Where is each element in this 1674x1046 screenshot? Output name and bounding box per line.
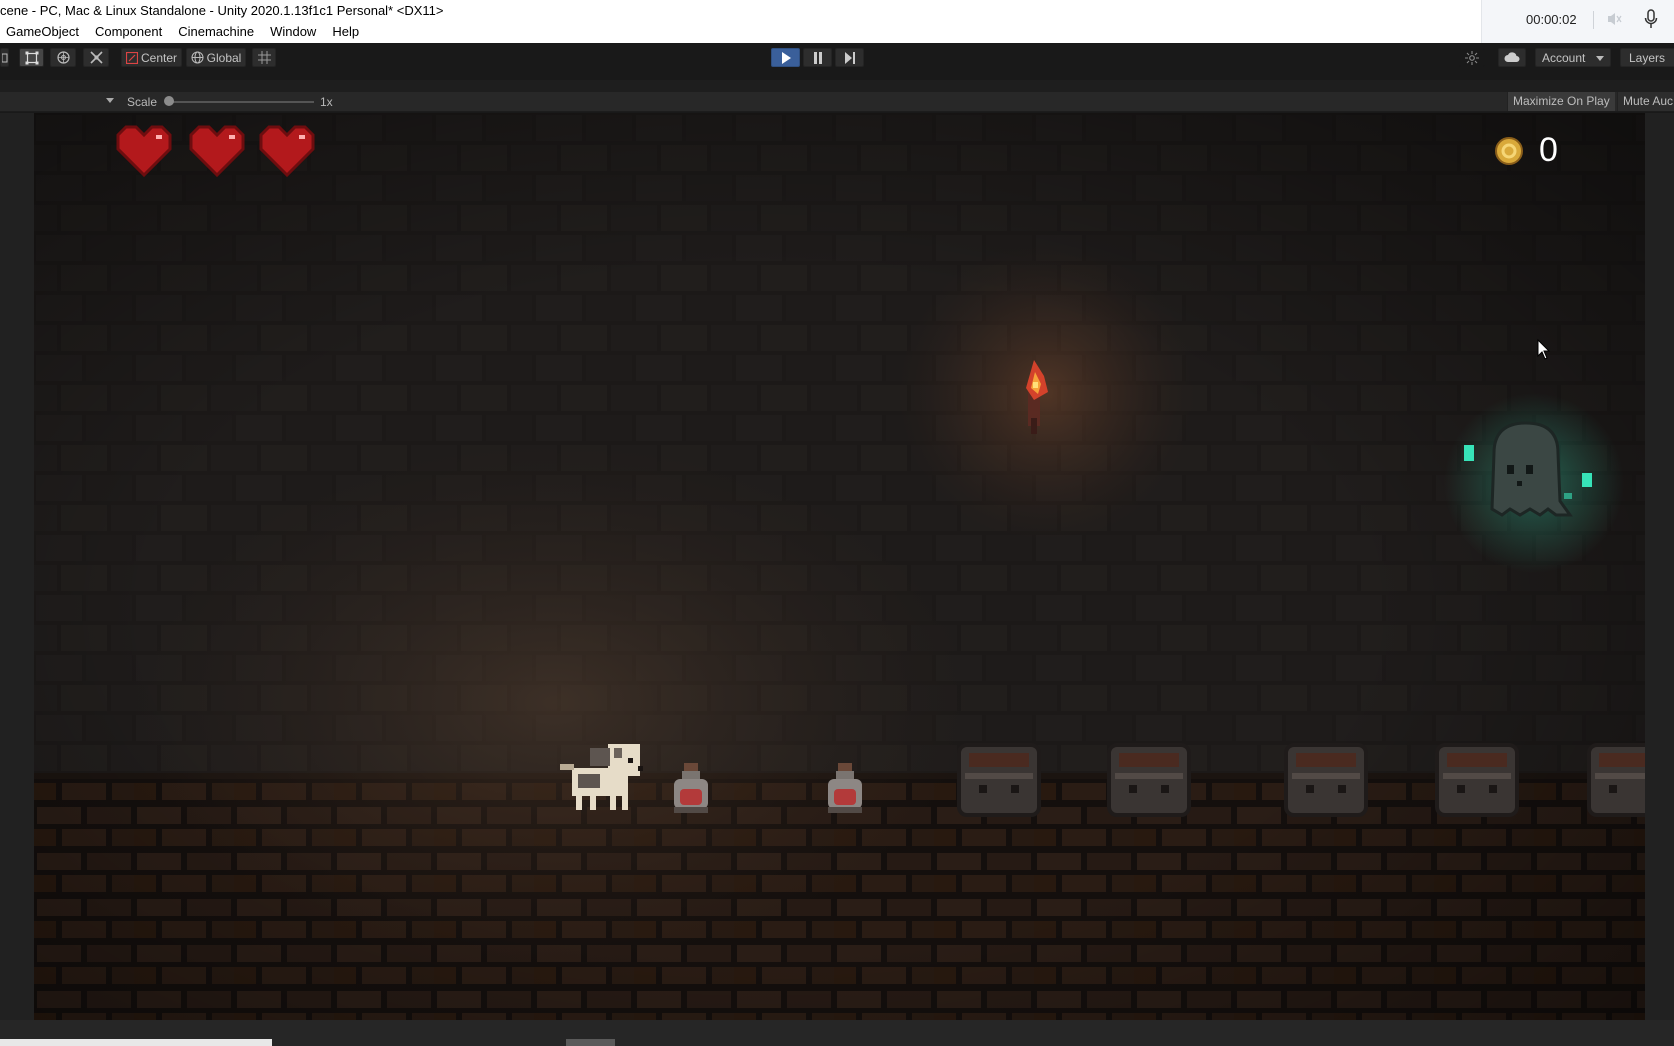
pivot-center-toggle[interactable]: Center: [121, 48, 182, 67]
rect-tool-icon: [25, 51, 38, 64]
cloud-icon: [1504, 52, 1520, 62]
layers-dropdown[interactable]: Layers: [1620, 48, 1674, 67]
grid-snap-button[interactable]: [252, 48, 276, 67]
cloud-button[interactable]: [1498, 48, 1526, 67]
game-view-controls: Scale 1x Maximize On Play Mute Auc: [0, 80, 1674, 112]
treasure-chest[interactable]: [957, 743, 1041, 817]
move-tool-icon: [1, 53, 7, 62]
play-icon: [781, 51, 791, 64]
microphone-icon[interactable]: [1644, 9, 1658, 29]
game-scene: [34, 113, 1645, 1020]
collab-icon: [1465, 50, 1479, 65]
grid-snap-icon: [257, 51, 271, 64]
rect-tool-button[interactable]: [19, 48, 44, 67]
bottom-status-bar: [0, 1020, 1674, 1046]
window-title: cene - PC, Mac & Linux Standalone - Unit…: [0, 3, 444, 18]
layers-label: Layers: [1629, 50, 1666, 65]
scale-slider-track[interactable]: [170, 101, 314, 103]
rotate-tool-icon: [56, 51, 70, 64]
menu-cinemachine[interactable]: Cinemachine: [178, 24, 254, 39]
pause-icon: [813, 51, 822, 64]
play-button[interactable]: [771, 48, 800, 67]
treasure-chest[interactable]: [1435, 743, 1519, 817]
recording-time: 00:00:02: [1526, 12, 1577, 27]
menu-help[interactable]: Help: [332, 24, 359, 39]
ghost-enemy[interactable]: [1444, 393, 1624, 573]
game-viewport[interactable]: 0: [34, 113, 1645, 1020]
account-label: Account: [1542, 50, 1586, 65]
pivot-icon: [125, 51, 138, 64]
coin-icon: [1495, 137, 1523, 165]
treasure-chest[interactable]: [1284, 743, 1368, 817]
pause-button[interactable]: [803, 48, 832, 67]
treasure-chest[interactable]: [1587, 743, 1645, 817]
left-panel-edge: [0, 113, 34, 1020]
scale-value: 1x: [320, 95, 333, 109]
globe-icon: [191, 51, 204, 64]
step-button[interactable]: [835, 48, 864, 67]
menu-gameobject[interactable]: GameObject: [6, 24, 79, 39]
main-toolbar: Center Global Account Layers: [0, 43, 1674, 72]
space-global-toggle[interactable]: Global: [186, 48, 246, 67]
screen-recorder-widget: 00:00:02: [1481, 0, 1674, 43]
unity-editor-window: cene - PC, Mac & Linux Standalone - Unit…: [0, 0, 1674, 1046]
coin-counter: 0: [1539, 131, 1558, 169]
treasure-chest[interactable]: [1107, 743, 1191, 817]
account-dropdown[interactable]: Account: [1535, 48, 1611, 67]
chevron-down-icon: [1596, 56, 1604, 61]
transform-tool-icon: [89, 51, 103, 64]
space-label: Global: [206, 50, 242, 65]
scale-slider-handle[interactable]: [164, 96, 174, 106]
transform-tool-button[interactable]: [83, 48, 109, 67]
step-icon: [844, 51, 855, 64]
progress-bar: [0, 1039, 272, 1046]
mute-speaker-icon[interactable]: [1606, 10, 1622, 28]
move-tool-button[interactable]: [0, 48, 9, 67]
menu-component[interactable]: Component: [95, 24, 162, 39]
divider: [1593, 11, 1594, 29]
mute-audio-toggle[interactable]: Mute Auc: [1617, 92, 1674, 111]
pivot-label: Center: [140, 50, 178, 65]
collab-button[interactable]: [1459, 48, 1485, 67]
menu-window[interactable]: Window: [270, 24, 316, 39]
title-bar: cene - PC, Mac & Linux Standalone - Unit…: [0, 0, 1674, 43]
panel-header-gap: [0, 80, 1674, 92]
horizontal-scrollbar[interactable]: [566, 1039, 615, 1046]
rotate-tool-button[interactable]: [50, 48, 76, 67]
aspect-dropdown-chevron-icon[interactable]: [106, 98, 114, 103]
maximize-on-play-toggle[interactable]: Maximize On Play: [1507, 92, 1615, 111]
scale-label: Scale: [127, 95, 158, 109]
menu-bar: GameObject Component Cinemachine Window …: [6, 24, 375, 39]
right-panel-edge: [1645, 113, 1674, 1020]
